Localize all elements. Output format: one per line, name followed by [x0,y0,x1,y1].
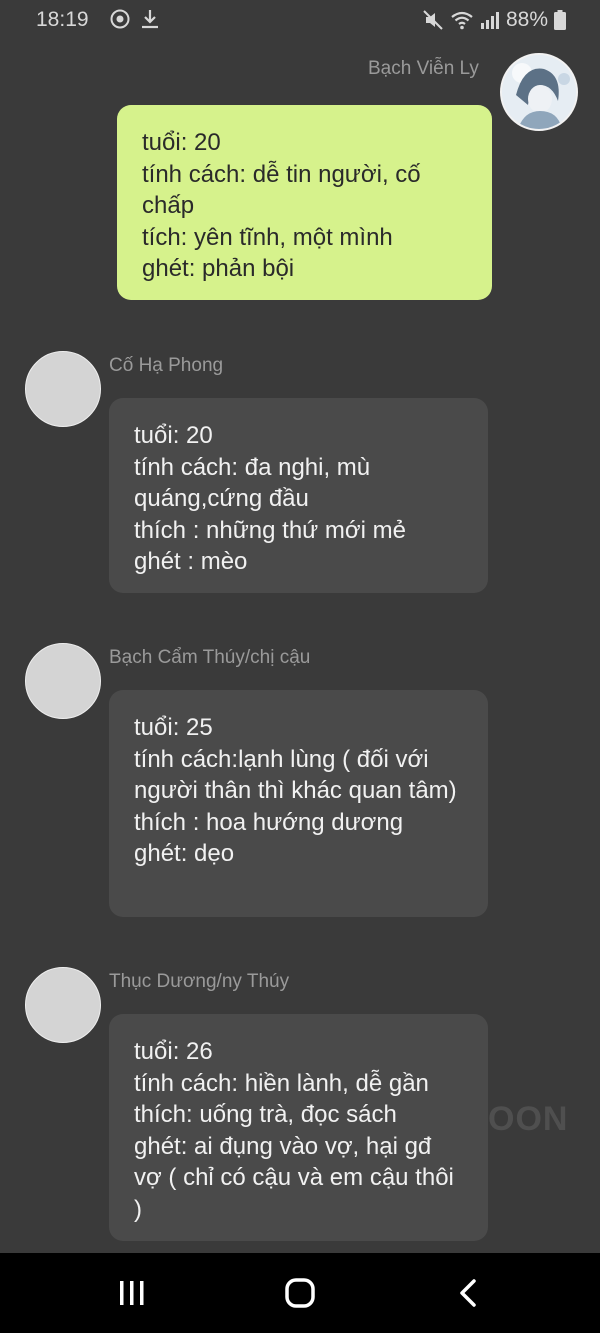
message-line: thích: uống trà, đọc sách [134,1101,397,1128]
sender-name-4: Thục Dương/ny Thúy [109,971,290,992]
avatar[interactable] [25,967,101,1043]
signal-icon [480,10,500,30]
message-line: tích: yên tĩnh, một mình [142,223,393,251]
message-bubble-1[interactable]: tuổi: 20 tính cách: dễ tin người, cố chấ… [117,105,492,300]
avatar[interactable] [25,643,101,719]
message-line: tính cách:lạnh lùng ( đối với người thân… [134,745,457,805]
avatar[interactable] [25,351,101,427]
message-bubble-3[interactable]: tuổi: 25 tính cách:lạnh lùng ( đối với n… [109,690,488,917]
message-line: ghét: dẹo [134,840,235,867]
home-icon[interactable] [270,1273,330,1313]
message-bubble-4[interactable]: tuổi: 26 tính cách: hiền lành, dễ gần th… [109,1014,488,1241]
message-line: tính cách: đa nghi, mù quáng,cứng đầu [134,453,377,513]
mute-icon [422,9,444,31]
message-line: ghét: ai đụng vào vợ, hại gđ vợ ( chỉ có… [134,1132,461,1223]
recents-icon[interactable] [102,1273,162,1313]
sender-name-2: Cố Hạ Phong [109,355,224,376]
message-line: thích : hoa hướng dương [134,808,404,836]
battery-percent: 88% [505,8,548,31]
navigation-bar [0,1253,600,1333]
message-line: ghét: phản bội [142,255,295,282]
sender-name-1: Bạch Viễn Ly [368,58,479,79]
back-icon[interactable] [438,1273,498,1313]
status-bar: 18:19 88% [0,0,600,40]
sender-name-3: Bạch Cẩm Thúy/chị cậu [109,647,311,668]
status-time: 18:19 [36,8,89,31]
avatar[interactable] [500,53,578,131]
message-line: tính cách: dễ tin người, cố chấp [142,160,428,220]
message-line: tuổi: 25 [134,714,213,741]
battery-icon [554,10,566,30]
message-line: thích : những thứ mới mẻ [134,516,406,544]
message-line: tuổi: 26 [134,1038,213,1065]
messenger-icon [110,9,130,29]
message-line: tính cách: hiền lành, dễ gần [134,1069,429,1097]
message-line: tuổi: 20 [142,129,221,156]
message-bubble-2[interactable]: tuổi: 20 tính cách: đa nghi, mù quáng,cứ… [109,398,488,593]
wifi-icon [450,10,474,30]
status-icons-left [110,8,160,30]
watermark: OON [488,1100,569,1138]
message-line: ghét : mèo [134,548,248,575]
message-line: tuổi: 20 [134,422,213,449]
status-icons-right: 88% [422,8,566,32]
download-icon [140,8,160,30]
